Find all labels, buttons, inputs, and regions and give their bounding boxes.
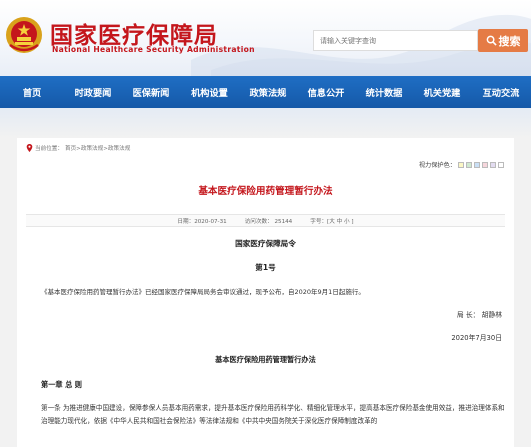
signer: 局 长： 胡静林 (456, 311, 502, 319)
nav-item-medical-news[interactable]: 医保新闻 (122, 76, 180, 108)
nav-item-interaction[interactable]: 互动交流 (471, 76, 531, 108)
swatch-yellow[interactable] (458, 161, 464, 168)
breadcrumb-path[interactable]: 首页>政策法规>政策法规 (65, 144, 130, 152)
font-size-label: 字号：[ (310, 218, 330, 225)
font-large-button[interactable]: 大 (329, 219, 335, 225)
site-header: 国家医疗保障局 National Healthcare Security Adm… (0, 0, 531, 76)
view-count: 访问次数： 25144 (244, 218, 293, 225)
nav-item-statistics[interactable]: 统计数据 (355, 76, 413, 108)
font-small-button[interactable]: 小 (344, 219, 350, 225)
page-title: 基本医疗保险用药管理暂行办法 (198, 186, 333, 197)
order-number: 第1号 (255, 263, 276, 272)
article-panel: 当前位置： 首页>政策法规>政策法规 视力保护色： 基本医疗保险用药管理暂行办法… (17, 138, 514, 447)
nav-item-home[interactable]: 首页 (0, 76, 64, 108)
vision-protection: 视力保护色： (419, 160, 504, 169)
main-nav: 首页 时政要闻 医保新闻 机构设置 政策法规 信息公开 统计数据 机关党建 互动… (0, 76, 531, 108)
swatch-green[interactable] (466, 161, 472, 168)
search-input[interactable] (313, 30, 478, 51)
document-subtitle: 基本医疗保险用药管理暂行办法 (215, 355, 316, 364)
swatch-purple[interactable] (490, 161, 496, 168)
site-subtitle: National Healthcare Security Administrat… (52, 45, 255, 54)
breadcrumb-label: 当前位置： (35, 146, 63, 152)
nav-item-policy[interactable]: 政策法规 (239, 76, 297, 108)
font-medium-button[interactable]: 中 (337, 219, 343, 225)
nav-item-organization[interactable]: 机构设置 (180, 76, 239, 108)
publish-date: 日期：2020-07-31 (177, 218, 227, 225)
nav-item-party[interactable]: 机关党建 (413, 76, 471, 108)
vision-label: 视力保护色： (418, 162, 456, 169)
article-meta: 日期：2020-07-31 访问次数： 25144 字号：[大 中 小 ] (26, 214, 505, 227)
article-1-text: 第一条 为推进健康中国建设，保障参保人员基本用药需求，提升基本医疗保险用药科学化… (41, 404, 505, 425)
national-emblem-icon (6, 17, 42, 53)
swatch-white[interactable] (498, 161, 504, 168)
swatch-blue[interactable] (474, 161, 480, 168)
search-icon (486, 35, 497, 46)
font-size-control: 字号：[大 中 小 ] (310, 217, 353, 225)
location-pin-icon (26, 144, 33, 152)
chapter-heading: 第一章 总 则 (41, 380, 82, 389)
swatch-pink[interactable] (482, 161, 488, 168)
font-size-close: ] (351, 218, 354, 225)
intro-paragraph: 《基本医疗保险用药管理暂行办法》已经国家医疗保障局局务会审议通过，现予公布，自2… (41, 288, 365, 296)
order-title: 国家医疗保障局令 (235, 239, 296, 248)
search-button-label: 搜索 (498, 35, 521, 48)
breadcrumb: 当前位置： 首页>政策法规>政策法规 (26, 144, 130, 152)
nav-item-disclosure[interactable]: 信息公开 (297, 76, 355, 108)
banner-strip (0, 108, 531, 138)
search-button[interactable]: 搜索 (478, 29, 528, 52)
nav-item-news[interactable]: 时政要闻 (64, 76, 122, 108)
sign-date: 2020年7月30日 (451, 334, 502, 342)
